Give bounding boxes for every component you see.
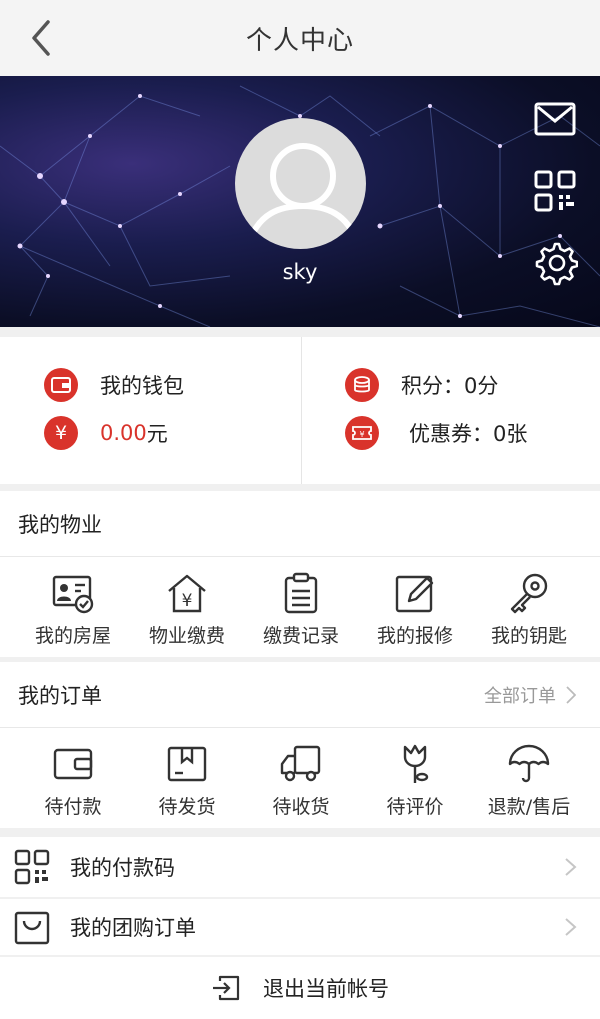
order-item-label: 待付款 <box>44 796 102 818</box>
property-item-label: 物业缴费 <box>148 625 225 647</box>
balance-amount: 0.00 <box>100 421 147 445</box>
order-pending-review[interactable]: 待评价 <box>358 728 472 819</box>
order-refund[interactable]: 退款/售后 <box>472 728 586 819</box>
svg-text:¥: ¥ <box>359 430 364 439</box>
wallet-icon <box>44 368 78 402</box>
all-orders-link[interactable]: 全部订单 <box>484 662 576 728</box>
qr-code-icon[interactable] <box>532 168 578 214</box>
balance-entry[interactable]: ¥ 0.00 元 <box>44 416 168 450</box>
property-item-label: 缴费记录 <box>262 625 339 647</box>
assets-panel: 我的钱包 ¥ 0.00 元 积分：0分 ¥ 优惠券：0张 <box>0 337 600 484</box>
property-section: 我的物业 我的房屋 ¥ 物业缴费 缴费记录 我的报修 我的钥匙 <box>0 491 600 657</box>
key-icon <box>510 573 548 614</box>
property-item-fee[interactable]: ¥ 物业缴费 <box>130 557 244 648</box>
order-pending-payment[interactable]: 待付款 <box>16 728 130 819</box>
order-item-label: 待发货 <box>158 796 216 818</box>
pay-code-label: 我的付款码 <box>70 856 175 880</box>
property-item-key[interactable]: 我的钥匙 <box>472 557 586 648</box>
coupons-entry[interactable]: ¥ 优惠券：0张 <box>345 416 527 450</box>
balance-unit: 元 <box>146 422 168 446</box>
order-item-label: 退款/售后 <box>487 796 571 818</box>
package-icon <box>167 746 207 782</box>
coins-icon <box>345 368 379 402</box>
chevron-right-icon <box>566 686 576 704</box>
mail-icon[interactable] <box>532 96 578 142</box>
settings-gear-icon[interactable] <box>532 240 578 286</box>
group-orders-label: 我的团购订单 <box>70 916 196 940</box>
edit-pencil-icon <box>395 575 434 613</box>
qr-code-icon <box>14 849 50 885</box>
house-yen-icon: ¥ <box>168 574 206 613</box>
flower-icon <box>403 744 429 783</box>
order-item-label: 待评价 <box>386 796 444 818</box>
logout-button[interactable]: 退出当前帐号 <box>0 957 600 1019</box>
property-item-repair[interactable]: 我的报修 <box>358 557 472 648</box>
truck-icon <box>280 745 321 782</box>
orders-section: 我的订单 全部订单 待付款 待发货 待收货 待评价 退款/售后 <box>0 662 600 828</box>
page-title: 个人中心 <box>245 26 354 56</box>
coupon-icon: ¥ <box>345 416 379 450</box>
id-card-check-icon <box>52 575 94 614</box>
wallet-icon <box>53 748 93 780</box>
umbrella-icon <box>508 744 550 783</box>
chevron-right-icon <box>565 858 577 876</box>
property-item-records[interactable]: 缴费记录 <box>244 557 358 648</box>
chevron-right-icon <box>565 918 577 936</box>
logout-label: 退出当前帐号 <box>263 977 389 1001</box>
username: sky <box>282 260 318 284</box>
top-bar: 个人中心 <box>0 0 600 76</box>
points-label: 积分：0分 <box>401 374 499 398</box>
property-title: 我的物业 <box>0 491 600 557</box>
yen-icon: ¥ <box>44 416 78 450</box>
points-entry[interactable]: 积分：0分 <box>345 368 498 402</box>
profile-banner: sky <box>0 76 600 327</box>
assets-divider <box>301 337 302 484</box>
clipboard-list-icon <box>284 572 318 614</box>
property-item-label: 我的钥匙 <box>490 625 567 647</box>
orders-header: 我的订单 全部订单 <box>0 662 600 728</box>
group-orders-row[interactable]: 我的团购订单 <box>0 899 600 955</box>
property-item-label: 我的房屋 <box>34 625 111 647</box>
pay-code-row[interactable]: 我的付款码 <box>0 837 600 897</box>
shopping-bag-icon <box>14 911 50 945</box>
orders-title: 我的订单 <box>18 683 102 708</box>
coupons-label: 优惠券：0张 <box>409 422 528 446</box>
order-pending-shipment[interactable]: 待发货 <box>130 728 244 819</box>
property-item-house[interactable]: 我的房屋 <box>16 557 130 648</box>
avatar[interactable] <box>235 118 366 249</box>
svg-text:¥: ¥ <box>182 591 193 611</box>
wallet-label: 我的钱包 <box>100 374 184 398</box>
logout-icon <box>213 975 240 1001</box>
user-silhouette-icon <box>246 143 360 244</box>
wallet-entry[interactable]: 我的钱包 <box>44 368 184 402</box>
order-pending-receipt[interactable]: 待收货 <box>244 728 358 819</box>
property-item-label: 我的报修 <box>376 625 453 647</box>
all-orders-label: 全部订单 <box>484 686 556 707</box>
order-item-label: 待收货 <box>272 796 330 818</box>
